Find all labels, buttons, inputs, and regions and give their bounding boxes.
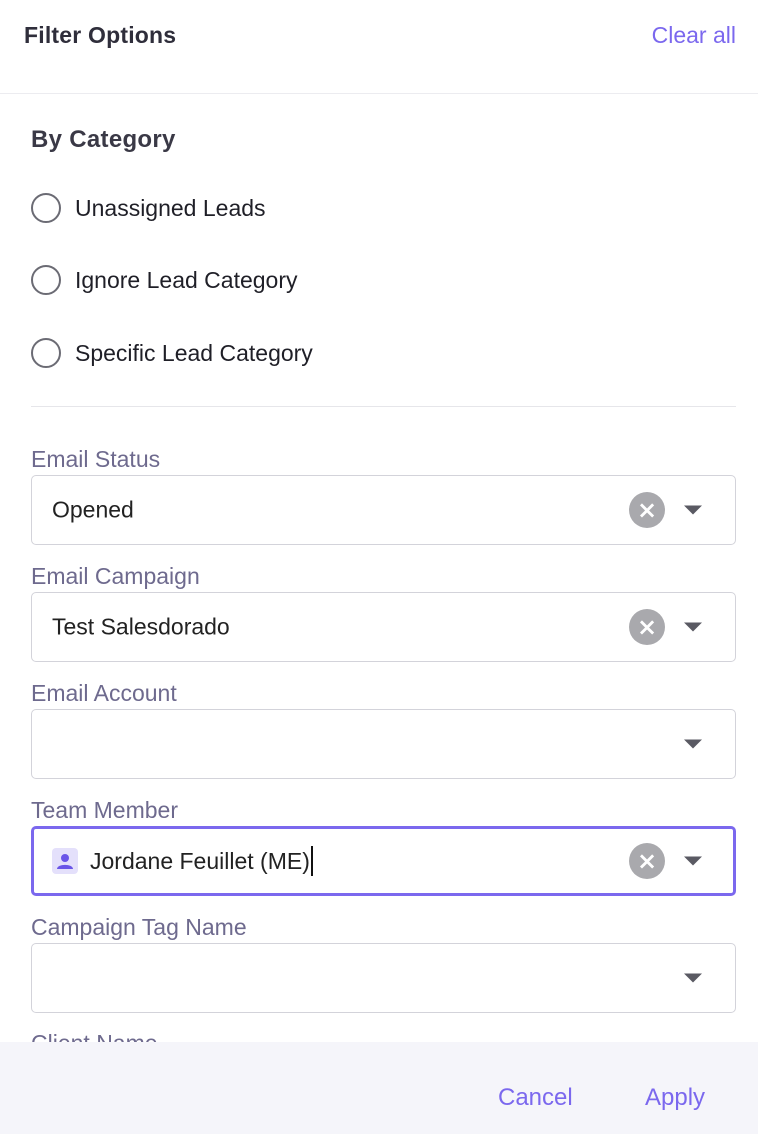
radio-specific-lead-category[interactable]: Specific Lead Category xyxy=(31,334,313,372)
email-status-select[interactable]: Opened × xyxy=(31,475,736,545)
user-icon xyxy=(52,848,78,874)
caret-down-icon[interactable] xyxy=(684,622,702,632)
email-campaign-label: Email Campaign xyxy=(31,563,200,589)
client-name-label: Client Name xyxy=(31,1030,158,1042)
radio-button[interactable] xyxy=(31,338,61,368)
close-circle-icon[interactable]: × xyxy=(629,492,665,528)
page-title: Filter Options xyxy=(24,22,177,48)
email-account-select[interactable] xyxy=(31,709,736,779)
caret-down-icon[interactable] xyxy=(684,973,702,983)
email-campaign-value: Test Salesdorado xyxy=(52,613,230,640)
team-member-value-container: Jordane Feuillet (ME) xyxy=(52,846,313,876)
radio-label: Unassigned Leads xyxy=(75,194,266,221)
radio-ignore-lead-category[interactable]: Ignore Lead Category xyxy=(31,261,298,299)
caret-down-icon[interactable] xyxy=(684,739,702,749)
section-divider xyxy=(31,406,736,407)
clear-all-link[interactable]: Clear all xyxy=(652,22,736,49)
email-status-value: Opened xyxy=(52,496,134,523)
email-campaign-select[interactable]: Test Salesdorado × xyxy=(31,592,736,662)
apply-button[interactable]: Apply xyxy=(645,1084,705,1112)
caret-down-icon[interactable] xyxy=(684,505,702,515)
radio-label: Specific Lead Category xyxy=(75,339,313,366)
radio-button[interactable] xyxy=(31,265,61,295)
radio-unassigned-leads[interactable]: Unassigned Leads xyxy=(31,189,266,227)
campaign-tag-name-label: Campaign Tag Name xyxy=(31,914,247,940)
campaign-tag-name-select[interactable] xyxy=(31,943,736,1013)
close-circle-icon[interactable]: × xyxy=(629,609,665,645)
filter-footer: Cancel Apply xyxy=(0,1042,758,1134)
email-status-label: Email Status xyxy=(31,446,161,472)
text-cursor xyxy=(310,846,313,876)
caret-down-icon[interactable] xyxy=(684,856,702,866)
close-circle-icon[interactable]: × xyxy=(629,843,665,879)
filter-header: Filter Options Clear all xyxy=(0,0,758,94)
radio-button[interactable] xyxy=(31,193,61,223)
radio-label: Ignore Lead Category xyxy=(75,266,298,293)
team-member-select[interactable]: Jordane Feuillet (ME) × xyxy=(31,826,736,896)
email-account-label: Email Account xyxy=(31,680,177,706)
category-section-title: By Category xyxy=(31,126,176,153)
team-member-label: Team Member xyxy=(31,797,178,823)
cancel-button[interactable]: Cancel xyxy=(498,1084,573,1112)
team-member-value: Jordane Feuillet (ME) xyxy=(90,847,310,874)
client-name-label-text: Client Name xyxy=(31,1030,158,1042)
